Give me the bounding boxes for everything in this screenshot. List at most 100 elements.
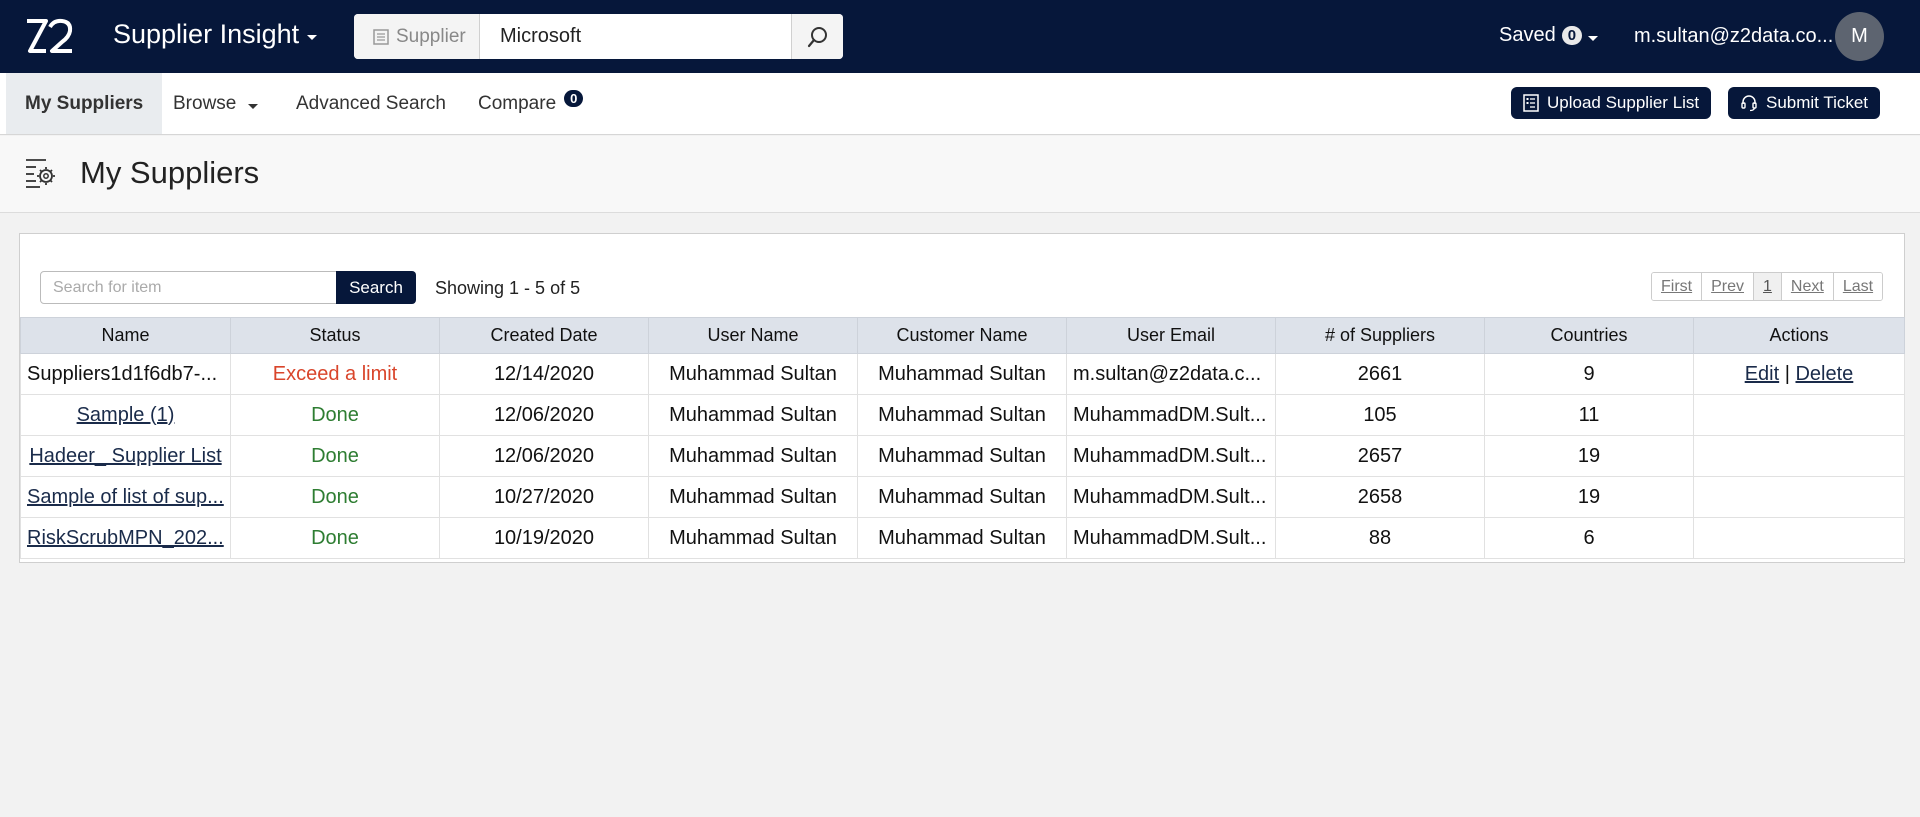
saved-dropdown[interactable]: Saved 0 xyxy=(1499,24,1599,47)
cell-name: Suppliers1d1f6db7-... xyxy=(20,353,231,395)
cell-user-email: m.sultan@z2data.c... xyxy=(1066,353,1276,395)
list-name-link[interactable]: Sample of list of sup... xyxy=(27,486,224,508)
cell-user-email: MuhammadDM.Sult... xyxy=(1066,394,1276,436)
z2-logo-icon[interactable] xyxy=(24,17,76,57)
nav-browse[interactable]: Browse xyxy=(173,73,259,134)
search-type-selector[interactable]: Supplier xyxy=(354,14,480,59)
cell-num-suppliers: 2658 xyxy=(1275,476,1485,518)
upload-button-label: Upload Supplier List xyxy=(1547,93,1700,112)
table-row: Hadeer_ Supplier List Done 12/06/2020 Mu… xyxy=(20,435,1905,477)
cell-name: Hadeer_ Supplier List xyxy=(20,435,231,477)
nav-browse-label: Browse xyxy=(173,92,237,114)
col-header-customer-name[interactable]: Customer Name xyxy=(857,317,1067,354)
chevron-down-icon xyxy=(307,35,318,40)
cell-countries: 11 xyxy=(1484,394,1694,436)
supplier-lists-card: Search Showing 1 - 5 of 5 First Prev 1 N… xyxy=(19,233,1905,563)
nav-my-suppliers[interactable]: My Suppliers xyxy=(6,73,163,134)
chevron-down-icon xyxy=(1588,36,1599,41)
cell-name: Sample of list of sup... xyxy=(20,476,231,518)
chevron-down-icon xyxy=(248,104,259,109)
pager-page-1[interactable]: 1 xyxy=(1754,273,1782,300)
magnifier-icon xyxy=(807,26,827,47)
cell-customer-name: Muhammad Sultan xyxy=(857,517,1067,559)
cell-user-email: MuhammadDM.Sult... xyxy=(1066,476,1276,518)
pagination: First Prev 1 Next Last xyxy=(1651,272,1884,301)
nav-bar: My Suppliers Browse Advanced Search Comp… xyxy=(0,73,1920,135)
cell-countries: 9 xyxy=(1484,353,1694,395)
saved-count-badge: 0 xyxy=(1561,26,1583,45)
table-row: Sample (1) Done 12/06/2020 Muhammad Sult… xyxy=(20,394,1905,436)
cell-actions xyxy=(1693,476,1905,518)
compare-count-badge: 0 xyxy=(564,90,584,107)
col-header-created-date[interactable]: Created Date xyxy=(439,317,649,354)
table-row: RiskScrubMPN_202... Done 10/19/2020 Muha… xyxy=(20,517,1905,559)
supplier-lists-table: Name Status Created Date User Name Custo… xyxy=(20,317,1905,559)
pager-last[interactable]: Last xyxy=(1833,273,1883,300)
cell-user-email: MuhammadDM.Sult... xyxy=(1066,435,1276,477)
table-search-input[interactable] xyxy=(40,271,337,304)
cell-user-name: Muhammad Sultan xyxy=(648,394,858,436)
cell-num-suppliers: 2657 xyxy=(1275,435,1485,477)
cell-actions xyxy=(1693,394,1905,436)
status-badge: Done xyxy=(230,394,440,436)
delete-link[interactable]: Delete xyxy=(1795,363,1853,385)
nav-compare-label: Compare xyxy=(478,92,557,114)
global-search-button[interactable] xyxy=(791,14,843,59)
list-name-link[interactable]: RiskScrubMPN_202... xyxy=(27,527,224,549)
page-header: My Suppliers xyxy=(0,136,1920,213)
cell-created-date: 10/27/2020 xyxy=(439,476,649,518)
status-badge: Done xyxy=(230,435,440,477)
cell-user-name: Muhammad Sultan xyxy=(648,476,858,518)
building-icon xyxy=(373,28,389,45)
nav-compare[interactable]: Compare 0 xyxy=(478,73,584,134)
cell-created-date: 12/06/2020 xyxy=(439,435,649,477)
col-header-actions: Actions xyxy=(1693,317,1905,354)
search-type-label: Supplier xyxy=(396,25,466,47)
action-separator: | xyxy=(1784,362,1790,385)
status-badge: Done xyxy=(230,517,440,559)
pager-prev[interactable]: Prev xyxy=(1702,273,1755,300)
submit-ticket-button[interactable]: Submit Ticket xyxy=(1728,87,1881,119)
user-email[interactable]: m.sultan@z2data.co... xyxy=(1634,25,1833,48)
col-header-user-name[interactable]: User Name xyxy=(648,317,858,354)
nav-advanced-search[interactable]: Advanced Search xyxy=(296,73,446,134)
avatar[interactable]: M xyxy=(1835,12,1884,61)
global-search-input[interactable] xyxy=(480,14,791,59)
global-search: Supplier xyxy=(354,14,843,59)
saved-label: Saved xyxy=(1499,24,1556,46)
list-name-link[interactable]: Sample (1) xyxy=(77,404,175,426)
cell-user-name: Muhammad Sultan xyxy=(648,353,858,395)
results-count: Showing 1 - 5 of 5 xyxy=(435,278,581,298)
upload-supplier-list-button[interactable]: Upload Supplier List xyxy=(1511,87,1712,119)
cell-user-email: MuhammadDM.Sult... xyxy=(1066,517,1276,559)
cell-created-date: 12/14/2020 xyxy=(439,353,649,395)
status-badge: Exceed a limit xyxy=(230,353,440,395)
cell-name: Sample (1) xyxy=(20,394,231,436)
top-bar: Supplier Insight Supplier Saved 0 m.sult… xyxy=(0,0,1920,73)
list-name-link[interactable]: Hadeer_ Supplier List xyxy=(29,445,221,467)
cell-actions xyxy=(1693,435,1905,477)
pager-next[interactable]: Next xyxy=(1781,273,1834,300)
app-title-dropdown[interactable]: Supplier Insight xyxy=(113,19,318,50)
cell-customer-name: Muhammad Sultan xyxy=(857,353,1067,395)
list-upload-icon xyxy=(1523,94,1539,112)
cell-customer-name: Muhammad Sultan xyxy=(857,476,1067,518)
table-search-button[interactable]: Search xyxy=(336,271,416,304)
cell-countries: 19 xyxy=(1484,435,1694,477)
table-row: Sample of list of sup... Done 10/27/2020… xyxy=(20,476,1905,518)
cell-user-name: Muhammad Sultan xyxy=(648,517,858,559)
edit-link[interactable]: Edit xyxy=(1745,363,1779,385)
col-header-status[interactable]: Status xyxy=(230,317,440,354)
cell-customer-name: Muhammad Sultan xyxy=(857,394,1067,436)
col-header-countries[interactable]: Countries xyxy=(1484,317,1694,354)
pager-first[interactable]: First xyxy=(1652,273,1703,300)
col-header-user-email[interactable]: User Email xyxy=(1066,317,1276,354)
cell-actions: Edit | Delete xyxy=(1693,353,1905,395)
cell-actions xyxy=(1693,517,1905,559)
cell-created-date: 12/06/2020 xyxy=(439,394,649,436)
col-header-name[interactable]: Name xyxy=(20,317,231,354)
col-header-num-suppliers[interactable]: # of Suppliers xyxy=(1275,317,1485,354)
table-header-row: Name Status Created Date User Name Custo… xyxy=(20,317,1905,354)
supplier-list-settings-icon xyxy=(26,159,55,188)
cell-created-date: 10/19/2020 xyxy=(439,517,649,559)
